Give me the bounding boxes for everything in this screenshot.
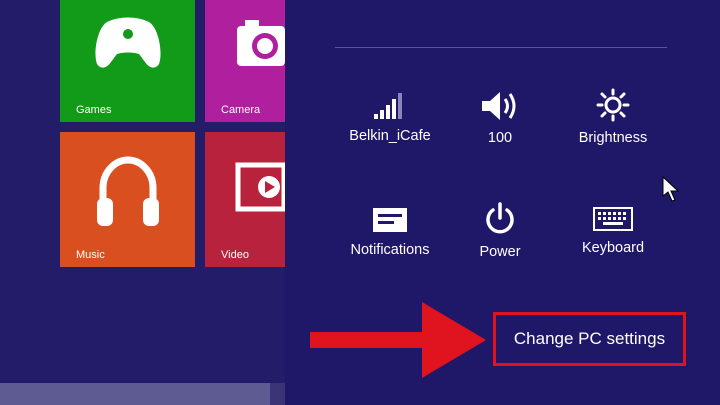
- annotation-arrow-icon: [310, 302, 486, 378]
- video-play-icon: [235, 162, 287, 212]
- horizontal-scrollbar[interactable]: [0, 383, 285, 405]
- change-pc-settings-link[interactable]: Change PC settings: [493, 312, 686, 366]
- quick-setting-label: Power: [479, 244, 521, 260]
- scrollbar-thumb[interactable]: [0, 383, 270, 405]
- quick-setting-label: Notifications: [350, 242, 430, 258]
- quick-setting-label: Brightness: [578, 130, 648, 146]
- quick-setting-keyboard[interactable]: Keyboard: [553, 206, 673, 256]
- tile-camera[interactable]: Camera: [205, 0, 285, 122]
- quick-setting-label: Keyboard: [581, 240, 645, 256]
- tile-music[interactable]: Music: [60, 132, 195, 267]
- notifications-icon: [373, 208, 407, 232]
- brightness-icon: [596, 88, 630, 122]
- tile-label: Games: [76, 104, 112, 116]
- quick-setting-label: 100: [487, 130, 513, 146]
- tile-label: Camera: [221, 104, 261, 116]
- tile-label: Video: [221, 249, 249, 261]
- mouse-cursor-icon: [662, 176, 680, 202]
- start-screen: Games Camera Music Video: [0, 0, 287, 405]
- quick-setting-label: Belkin_iCafe: [349, 128, 431, 144]
- volume-icon: [482, 92, 516, 120]
- quick-setting-network[interactable]: Belkin_iCafe: [330, 90, 450, 144]
- headphones-icon: [97, 156, 159, 226]
- quick-setting-volume[interactable]: 100: [440, 90, 560, 146]
- divider: [335, 47, 667, 48]
- quick-setting-notifications[interactable]: Notifications: [330, 204, 450, 258]
- power-icon: [486, 202, 514, 234]
- wifi-signal-icon: [374, 93, 402, 119]
- keyboard-icon: [593, 207, 633, 231]
- game-controller-icon: [95, 17, 161, 68]
- quick-setting-brightness[interactable]: Brightness: [553, 88, 673, 146]
- camera-icon: [237, 20, 285, 66]
- quick-setting-power[interactable]: Power: [440, 202, 560, 260]
- tile-games[interactable]: Games: [60, 0, 195, 122]
- tile-label: Music: [76, 249, 105, 261]
- tile-video[interactable]: Video: [205, 132, 287, 267]
